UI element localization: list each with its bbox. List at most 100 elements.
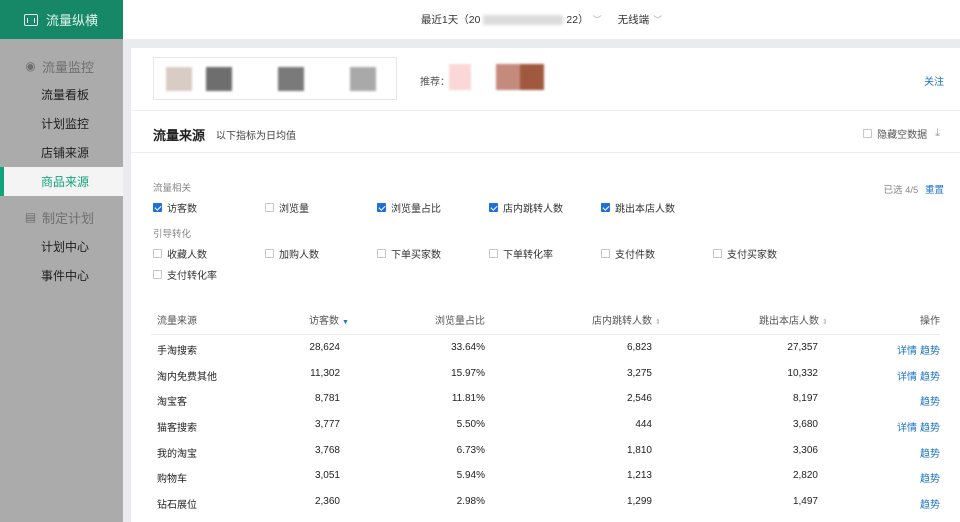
cell-visitors: 2,360 [314, 496, 340, 507]
checkbox-pay-rate[interactable]: 支付转化率 [153, 267, 217, 282]
checkbox-favorites[interactable]: 收藏人数 [153, 246, 207, 261]
cell-source: 我的淘宝 [157, 449, 197, 460]
cell-pv-ratio: 5.50% [456, 419, 485, 430]
col-header-label: 跳出本店人数 [759, 316, 819, 327]
checkbox-order-buyers[interactable]: 下单买家数 [377, 246, 441, 261]
cell-visitors: 11,302 [310, 368, 340, 379]
sort-desc-icon[interactable]: ▼ [342, 319, 349, 326]
detail-link[interactable]: 详情 [897, 368, 917, 383]
divider [131, 110, 960, 111]
filter-group-conversion-label: 引导转化 [153, 229, 192, 240]
recommend-label: 推荐： [420, 77, 450, 88]
reset-link[interactable]: 重置 [925, 185, 944, 196]
sidebar-item-product-source[interactable]: 商品来源 [0, 167, 123, 196]
checkbox-label: 访客数 [167, 204, 197, 215]
cell-visitors: 3,051 [314, 470, 340, 481]
device-label: 无线端 [617, 14, 650, 26]
sidebar-item-event-center[interactable]: 事件中心 [0, 261, 123, 290]
checkbox-visitors[interactable]: 访客数 [153, 200, 197, 215]
blurred-thumbnail [496, 64, 544, 90]
checkbox-pv-ratio[interactable]: 浏览量占比 [377, 200, 441, 215]
sidebar-item-shop-source[interactable]: 店铺来源 [0, 138, 123, 167]
trend-link[interactable]: 趋势 [920, 368, 940, 383]
detail-link[interactable]: 详情 [897, 419, 917, 434]
detail-link[interactable]: 详情 [897, 342, 917, 357]
nav-group-monitor[interactable]: ◉ 流量监控 [0, 39, 123, 85]
checkbox-label: 下单转化率 [503, 250, 553, 261]
cell-jump-in: 1,213 [626, 470, 652, 481]
trend-link[interactable]: 趋势 [920, 393, 940, 408]
checkbox-label: 支付件数 [615, 250, 655, 261]
checkbox-box[interactable] [489, 203, 498, 212]
checkbox-box[interactable] [713, 249, 722, 258]
follow-link[interactable]: 关注 [924, 73, 944, 88]
col-header-visitors[interactable]: 访客数 ▼ [309, 312, 349, 327]
checkbox-box[interactable] [153, 270, 162, 279]
cell-bounce: 8,197 [792, 393, 818, 404]
sidebar-item-plan-monitor[interactable]: 计划监控 [0, 109, 123, 138]
sort-icon[interactable]: ⇕ [655, 319, 661, 326]
cell-visitors: 28,624 [309, 342, 340, 353]
hide-empty-label: 隐藏空数据 [877, 130, 928, 141]
trend-link[interactable]: 趋势 [920, 445, 940, 460]
section-title: 流量来源 [153, 128, 206, 143]
cell-source: 钻石展位 [157, 500, 197, 511]
checkbox-box[interactable] [265, 249, 274, 258]
checkbox-label: 浏览量 [279, 204, 309, 215]
download-icon[interactable]: ⤓ [935, 127, 940, 140]
blurred-image [206, 67, 232, 91]
checkbox-box[interactable] [489, 249, 498, 258]
trend-link[interactable]: 趋势 [920, 470, 940, 485]
col-header-jump-in[interactable]: 店内跳转人数 ⇕ [592, 312, 661, 327]
checkbox-box[interactable] [601, 203, 610, 212]
checkbox-label: 下单买家数 [391, 250, 441, 261]
col-header-bounce[interactable]: 跳出本店人数 ⇕ [759, 312, 828, 327]
checkbox-box[interactable] [153, 203, 162, 212]
cell-pv-ratio: 15.97% [451, 368, 485, 379]
checkbox-add-cart[interactable]: 加购人数 [265, 246, 319, 261]
col-header-label: 店内跳转人数 [592, 316, 652, 327]
filter-group-traffic-label: 流量相关 [153, 183, 192, 194]
checkbox-label: 加购人数 [279, 250, 319, 261]
checkbox-order-rate[interactable]: 下单转化率 [489, 246, 553, 261]
checkbox-jump-in[interactable]: 店内跳转人数 [489, 200, 563, 215]
nav-group-label: 制定计划 [42, 210, 95, 226]
checkbox-paid-items[interactable]: 支付件数 [601, 246, 655, 261]
cell-jump-in: 1,810 [626, 445, 652, 456]
checkbox-box[interactable] [377, 249, 386, 258]
sidebar-item-plan-center[interactable]: 计划中心 [0, 232, 123, 261]
cell-bounce: 3,680 [792, 419, 818, 430]
checkbox-box[interactable] [153, 249, 162, 258]
chart-icon [24, 13, 38, 26]
cell-source: 购物车 [157, 474, 187, 485]
document-icon: ▤ [24, 210, 37, 224]
date-suffix: 22） [566, 14, 589, 26]
checkbox-box[interactable] [377, 203, 386, 212]
cell-source: 猫客搜索 [157, 423, 197, 434]
main-panel: 推荐： 关注 流量来源 以下指标为日均值 隐藏空数据 ⤓ 流量相关 已选 4/5… [131, 48, 960, 522]
section-subtitle: 以下指标为日均值 [216, 131, 296, 142]
trend-link[interactable]: 趋势 [920, 419, 940, 434]
app-title: 流量纵横 [46, 13, 99, 28]
device-select[interactable]: 无线端 ﹀ [618, 12, 663, 27]
sidebar-item-traffic-board[interactable]: 流量看板 [0, 80, 123, 109]
checkbox-label: 收藏人数 [167, 250, 207, 261]
cell-visitors: 3,768 [314, 445, 340, 456]
app-logo[interactable]: 流量纵横 [0, 0, 123, 39]
hide-empty-toggle[interactable]: 隐藏空数据 ⤓ [863, 126, 940, 141]
col-header-source: 流量来源 [157, 316, 197, 327]
trend-link[interactable]: 趋势 [920, 496, 940, 511]
hide-empty-checkbox[interactable] [863, 129, 873, 138]
cell-bounce: 27,357 [787, 342, 818, 353]
sort-icon[interactable]: ⇕ [822, 319, 828, 326]
checkbox-paid-buyers[interactable]: 支付买家数 [713, 246, 777, 261]
date-prefix: 最近1天（20 [420, 14, 481, 26]
checkbox-bounce[interactable]: 跳出本店人数 [601, 200, 675, 215]
cell-source: 淘宝客 [157, 397, 187, 408]
date-range-select[interactable]: 最近1天（20 22） ﹀ [421, 12, 602, 27]
checkbox-box[interactable] [601, 249, 610, 258]
checkbox-box[interactable] [265, 203, 274, 212]
checkbox-pageviews[interactable]: 浏览量 [265, 200, 309, 215]
trend-link[interactable]: 趋势 [920, 342, 940, 357]
checkbox-label: 跳出本店人数 [615, 204, 675, 215]
